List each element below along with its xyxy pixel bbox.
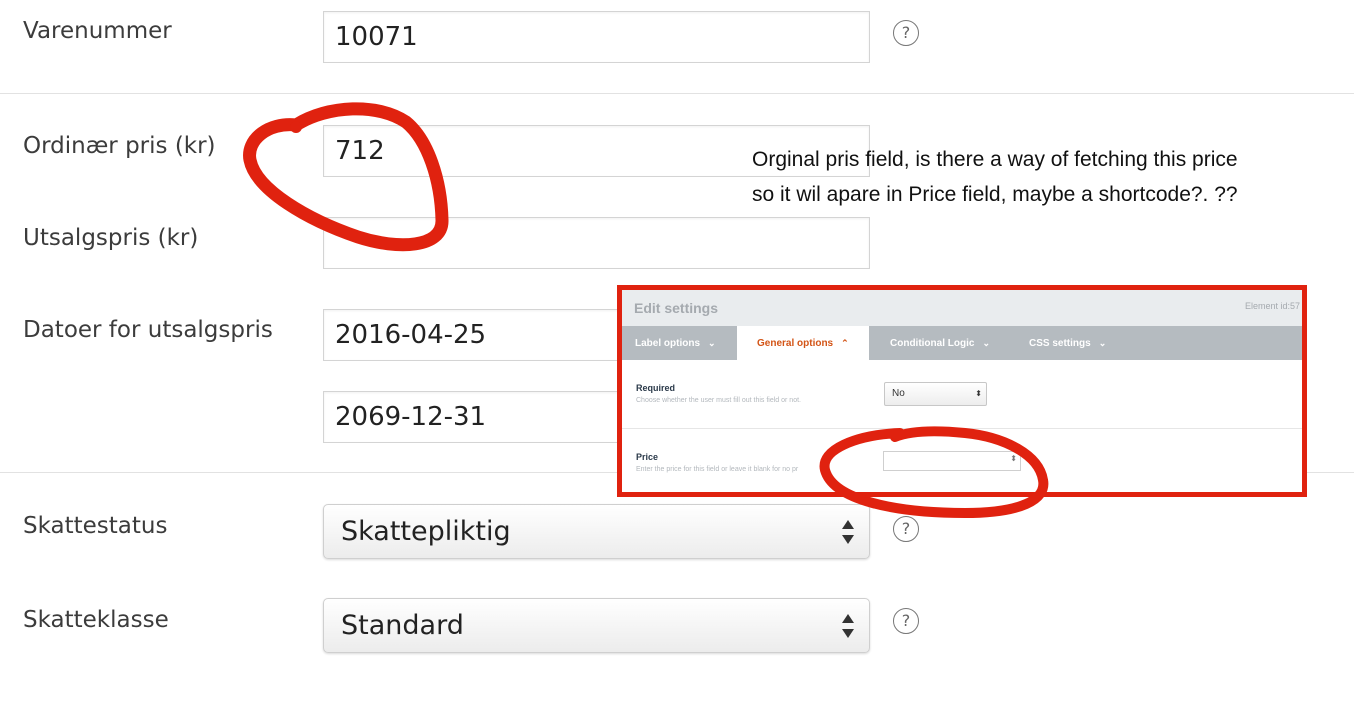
inset-header: Edit settings Element id:57 bbox=[622, 290, 1302, 326]
help-icon[interactable]: ? bbox=[893, 608, 919, 634]
regular-price-label: Ordinær pris (kr) bbox=[23, 133, 216, 159]
sku-label: Varenummer bbox=[23, 18, 172, 44]
highlight-circle bbox=[243, 102, 449, 252]
tax-status-value: Skattepliktig bbox=[341, 516, 511, 547]
section-divider bbox=[0, 93, 1354, 94]
chevron-down-icon: ⌄ bbox=[1098, 338, 1107, 348]
tax-class-select[interactable]: Standard bbox=[323, 598, 870, 653]
tab-css-settings[interactable]: CSS settings ⌄ bbox=[1029, 326, 1106, 360]
chevron-down-icon: ⌄ bbox=[982, 338, 990, 348]
help-icon[interactable]: ? bbox=[893, 20, 919, 46]
required-description: Choose whether the user must fill out th… bbox=[636, 397, 801, 404]
highlight-circle bbox=[819, 426, 1049, 519]
tab-label: General options bbox=[757, 338, 834, 349]
select-arrows-icon bbox=[842, 614, 854, 638]
required-label: Required bbox=[636, 383, 676, 393]
price-label: Price bbox=[636, 452, 659, 462]
annotation-note: Orginal pris field, is there a way of fe… bbox=[752, 142, 1342, 212]
tax-status-select[interactable]: Skattepliktig bbox=[323, 504, 870, 559]
annotation-note-line: Orginal pris field, is there a way of fe… bbox=[752, 148, 1238, 171]
required-value: No bbox=[892, 388, 905, 399]
price-description: Enter the price for this field or leave … bbox=[636, 466, 799, 473]
required-select[interactable]: No ⬍ bbox=[884, 382, 987, 406]
chevron-up-icon: ⌃ bbox=[841, 338, 849, 348]
tab-label-options[interactable]: Label options ⌄ bbox=[635, 326, 716, 360]
tax-status-label: Skattestatus bbox=[23, 513, 168, 539]
tab-label: Label options bbox=[635, 338, 700, 349]
chevron-down-icon: ⌄ bbox=[708, 338, 716, 348]
element-id: Element id:57 bbox=[1244, 301, 1300, 311]
tab-general-options[interactable]: General options ⌃ bbox=[737, 326, 869, 360]
tax-class-value: Standard bbox=[341, 610, 464, 641]
sale-price-label: Utsalgspris (kr) bbox=[23, 225, 199, 251]
annotation-note-line: so it wil apare in Price field, maybe a … bbox=[752, 183, 1238, 206]
tab-label: CSS settings bbox=[1029, 338, 1091, 349]
sku-input[interactable]: 10071 bbox=[323, 11, 870, 63]
tab-conditional-logic[interactable]: Conditional Logic ⌄ bbox=[890, 326, 990, 360]
sale-dates-label: Datoer for utsalgspris bbox=[23, 317, 273, 343]
tax-class-label: Skatteklasse bbox=[23, 607, 169, 633]
inset-tabs: Label options ⌄ General options ⌃ Conditio… bbox=[622, 326, 1302, 360]
tab-label: Conditional Logic bbox=[890, 338, 975, 349]
select-arrows-icon: ⬍ bbox=[975, 389, 982, 398]
inset-title: Edit settings bbox=[634, 300, 719, 316]
